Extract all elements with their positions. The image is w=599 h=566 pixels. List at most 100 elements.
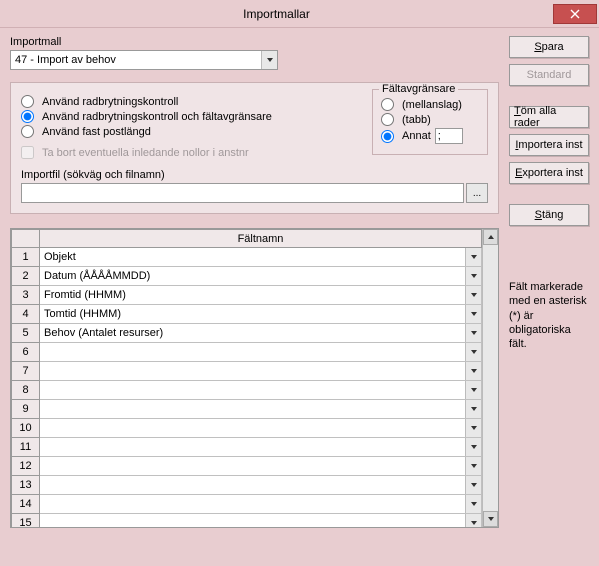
field-cell-dropdown[interactable] [465, 362, 481, 380]
table-row: 5Behov (Antalet resurser) [12, 324, 482, 343]
field-cell-value: Tomtid (HHMM) [40, 305, 465, 323]
field-cell[interactable]: Tomtid (HHMM) [40, 305, 482, 324]
chevron-up-icon [487, 233, 495, 241]
standard-button: Standard [509, 64, 589, 86]
importmall-dropdown[interactable] [261, 51, 277, 69]
field-cell-value [40, 457, 465, 475]
table-row: 1Objekt [12, 248, 482, 267]
radio-mellanslag[interactable]: (mellanslag) [381, 98, 479, 111]
row-number: 1 [12, 248, 40, 267]
radio-fast-postlangd-input[interactable] [21, 125, 34, 138]
field-cell[interactable] [40, 419, 482, 438]
checkbox-inledande-nollor-label: Ta bort eventuella inledande nollor i an… [42, 147, 249, 159]
table-row: 15 [12, 514, 482, 528]
field-cell-dropdown[interactable] [465, 305, 481, 323]
table-row: 4Tomtid (HHMM) [12, 305, 482, 324]
field-cell[interactable] [40, 457, 482, 476]
field-cell-dropdown[interactable] [465, 343, 481, 361]
table-row: 2Datum (ÅÅÅÅMMDD) [12, 267, 482, 286]
field-cell[interactable] [40, 495, 482, 514]
browse-button[interactable]: ... [466, 183, 488, 203]
field-cell-dropdown[interactable] [465, 248, 481, 266]
titlebar: Importmallar [0, 0, 599, 28]
scroll-track[interactable] [483, 245, 498, 511]
radio-annat[interactable]: Annat [381, 128, 479, 144]
table-row: 7 [12, 362, 482, 381]
fields-table: Fältnamn 1Objekt2Datum (ÅÅÅÅMMDD)3Fromti… [10, 228, 499, 528]
tom-alla-rader-button[interactable]: Töm alla rader [509, 106, 589, 128]
table-row: 3Fromtid (HHMM) [12, 286, 482, 305]
vertical-scrollbar[interactable] [482, 229, 498, 527]
field-cell-dropdown[interactable] [465, 400, 481, 418]
field-cell-dropdown[interactable] [465, 514, 481, 527]
row-number: 3 [12, 286, 40, 305]
field-cell-dropdown[interactable] [465, 381, 481, 399]
field-cell-dropdown[interactable] [465, 438, 481, 456]
chevron-down-icon [470, 329, 478, 337]
annat-value-input[interactable] [435, 128, 463, 144]
help-text: Fält markerade med en asterisk (*) är ob… [509, 280, 589, 351]
importmall-input[interactable] [11, 51, 261, 69]
radio-annat-input[interactable] [381, 130, 394, 143]
field-cell-dropdown[interactable] [465, 476, 481, 494]
chevron-down-icon [470, 386, 478, 394]
scroll-down-button[interactable] [483, 511, 498, 527]
radio-tabb[interactable]: (tabb) [381, 113, 479, 126]
field-cell[interactable]: Objekt [40, 248, 482, 267]
chevron-down-icon [470, 272, 478, 280]
radio-radbrytning-falt-input[interactable] [21, 110, 34, 123]
field-cell-dropdown[interactable] [465, 286, 481, 304]
row-number: 9 [12, 400, 40, 419]
field-cell-value: Fromtid (HHMM) [40, 286, 465, 304]
table-row: 13 [12, 476, 482, 495]
importmall-label: Importmall [10, 36, 499, 48]
delimiter-legend: Fältavgränsare [379, 83, 458, 95]
radio-radbrytning-falt-label: Använd radbrytningskontroll och fältavgr… [42, 111, 272, 123]
field-cell[interactable]: Fromtid (HHMM) [40, 286, 482, 305]
close-button[interactable] [553, 4, 597, 24]
field-cell[interactable] [40, 381, 482, 400]
stang-button[interactable]: Stäng [509, 204, 589, 226]
importera-inst-button[interactable]: Importera inst [509, 134, 589, 156]
table-row: 14 [12, 495, 482, 514]
row-number: 13 [12, 476, 40, 495]
importmall-combo[interactable] [10, 50, 278, 70]
field-cell-value: Behov (Antalet resurser) [40, 324, 465, 342]
table-row: 8 [12, 381, 482, 400]
chevron-down-icon [470, 462, 478, 470]
scroll-up-button[interactable] [483, 229, 498, 245]
radio-mellanslag-input[interactable] [381, 98, 394, 111]
delimiter-fieldset: Fältavgränsare (mellanslag) (tabb) Annat [372, 89, 488, 155]
table-corner [12, 230, 40, 248]
importfile-input[interactable] [21, 183, 464, 203]
row-number: 7 [12, 362, 40, 381]
field-cell-dropdown[interactable] [465, 495, 481, 513]
field-cell-dropdown[interactable] [465, 457, 481, 475]
field-cell-value [40, 400, 465, 418]
row-number: 8 [12, 381, 40, 400]
radio-mellanslag-label: (mellanslag) [402, 99, 462, 111]
radio-tabb-input[interactable] [381, 113, 394, 126]
field-cell[interactable] [40, 362, 482, 381]
field-cell[interactable]: Behov (Antalet resurser) [40, 324, 482, 343]
field-cell-value [40, 419, 465, 437]
field-cell-dropdown[interactable] [465, 419, 481, 437]
row-number: 2 [12, 267, 40, 286]
field-cell[interactable] [40, 438, 482, 457]
field-cell-dropdown[interactable] [465, 324, 481, 342]
radio-tabb-label: (tabb) [402, 114, 431, 126]
exportera-inst-button[interactable]: Exportera inst [509, 162, 589, 184]
field-cell[interactable]: Datum (ÅÅÅÅMMDD) [40, 267, 482, 286]
field-cell-value [40, 514, 465, 527]
field-cell[interactable] [40, 343, 482, 362]
radio-radbrytning-input[interactable] [21, 95, 34, 108]
field-cell-dropdown[interactable] [465, 267, 481, 285]
spara-button[interactable]: Spara [509, 36, 589, 58]
field-cell[interactable] [40, 476, 482, 495]
row-number: 11 [12, 438, 40, 457]
field-cell[interactable] [40, 400, 482, 419]
row-number: 14 [12, 495, 40, 514]
field-cell[interactable] [40, 514, 482, 528]
radio-annat-label: Annat [402, 130, 431, 142]
chevron-down-icon [470, 367, 478, 375]
